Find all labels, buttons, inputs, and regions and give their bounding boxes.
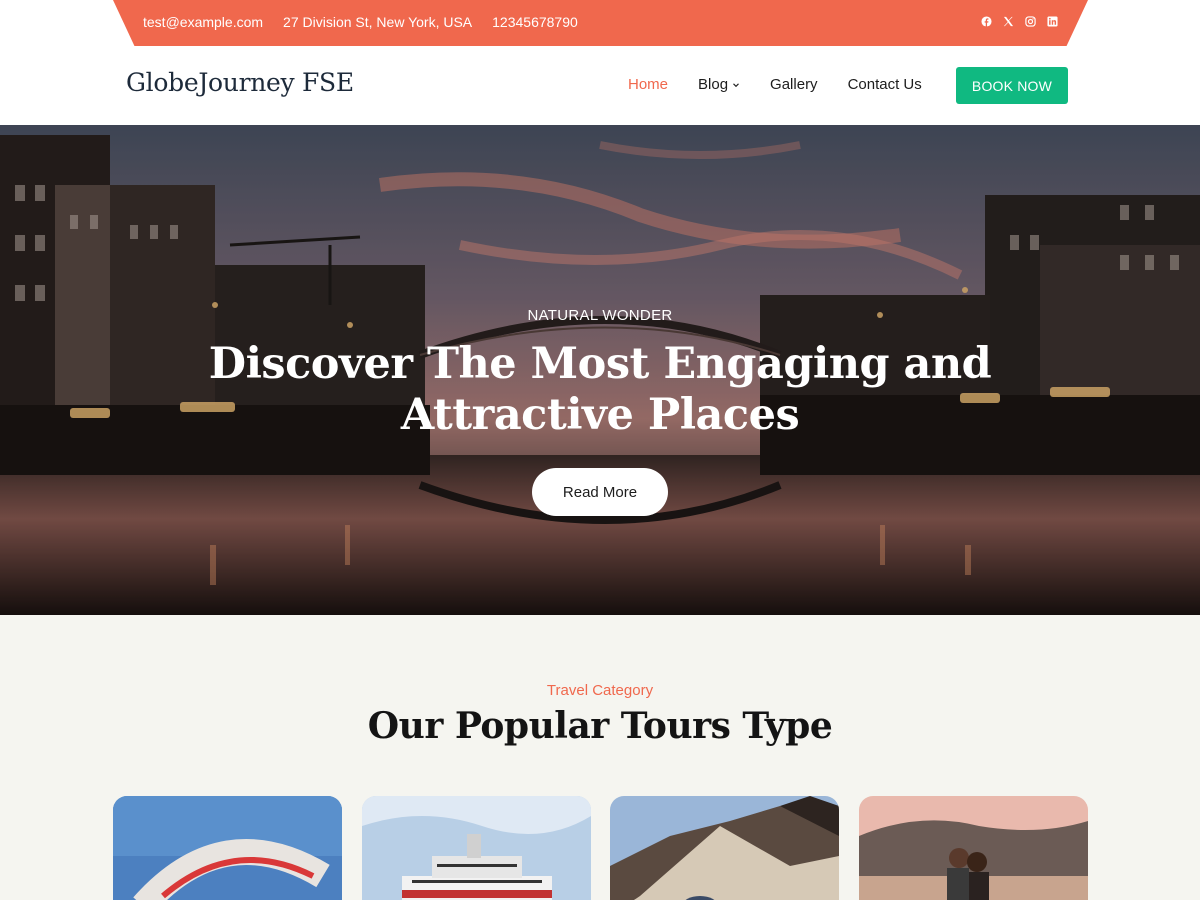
nav-item-gallery[interactable]: Gallery [770,76,818,93]
contact-address: 27 Division St, New York, USA [283,14,473,30]
main-nav: Home Blog Gallery Contact Us [628,76,952,93]
mountain-hiking-image [610,796,839,900]
site-header: GlobeJourney FSE Home Blog Gallery Conta… [0,46,1200,125]
facebook-icon[interactable] [981,16,992,27]
hero-banner: NATURAL WONDER Discover The Most Engagin… [0,125,1200,615]
hero-title: Discover The Most Engaging and Attractiv… [208,339,992,440]
beach-couple-image [859,796,1088,900]
nav-item-contact[interactable]: Contact Us [848,76,922,93]
instagram-icon[interactable] [1025,16,1036,27]
linkedin-icon[interactable] [1047,16,1058,27]
x-icon[interactable] [1003,16,1014,27]
travel-category-section: Travel Category Our Popular Tours Type [0,615,1200,900]
tour-card-hiking[interactable] [610,796,839,900]
cruise-ship-image [362,796,591,900]
tour-card-beach[interactable] [859,796,1088,900]
nav-contact-link[interactable]: Contact Us [848,76,922,93]
topbar-wrapper: test@example.com 27 Division St, New Yor… [0,0,1200,46]
nav-item-home[interactable]: Home [628,76,668,93]
contact-info: test@example.com 27 Division St, New Yor… [143,14,578,30]
nav-home-link[interactable]: Home [628,76,668,93]
section-kicker: Travel Category [546,682,654,699]
social-links [981,16,1058,27]
book-now-button[interactable]: BOOK NOW [956,67,1068,104]
nav-gallery-link[interactable]: Gallery [770,76,818,93]
chevron-down-icon[interactable] [732,81,740,89]
read-more-button[interactable]: Read More [532,468,668,516]
tour-card-paragliding[interactable] [113,796,342,900]
section-title: Our Popular Tours Type [367,705,833,747]
contact-email[interactable]: test@example.com [143,14,263,30]
contact-topbar: test@example.com 27 Division St, New Yor… [113,0,1088,46]
tour-card-cruise[interactable] [362,796,591,900]
hero-kicker: NATURAL WONDER [527,307,673,324]
site-logo[interactable]: GlobeJourney FSE [126,68,354,97]
nav-blog-link[interactable]: Blog [698,76,728,93]
contact-phone[interactable]: 12345678790 [492,14,578,30]
paragliding-image [113,796,342,900]
nav-item-blog[interactable]: Blog [698,76,740,93]
